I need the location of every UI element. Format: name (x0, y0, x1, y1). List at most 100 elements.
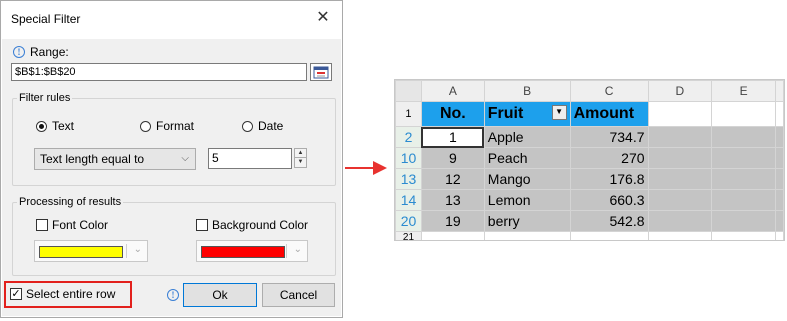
row-header[interactable]: 20 (395, 210, 422, 232)
cell[interactable] (647, 101, 713, 127)
chevron-down-icon: ⌵ (181, 153, 189, 164)
fruit-cell[interactable]: Apple (483, 126, 571, 148)
header-cell-amount[interactable]: Amount (569, 101, 649, 127)
picker-divider (286, 244, 287, 258)
column-header-b[interactable]: B (483, 80, 571, 102)
font-color-checkbox[interactable] (36, 219, 48, 231)
row-header[interactable]: 14 (395, 189, 422, 211)
radio-text-circle[interactable] (36, 120, 47, 132)
cell[interactable] (774, 126, 784, 148)
radio-date-circle[interactable] (242, 120, 253, 132)
help-info-icon[interactable]: ! (167, 289, 179, 301)
range-input[interactable]: $B$1:$B$20 (11, 63, 307, 81)
font-color-picker[interactable]: ⌄ (34, 240, 148, 262)
column-header-e[interactable]: E (711, 80, 776, 102)
stepper-down-icon[interactable]: ▼ (294, 158, 307, 168)
spreadsheet: A B C D E 1 No. Fruit ▼ Amount 2 1 Apple … (394, 79, 785, 241)
header-cell-no[interactable]: No. (420, 101, 485, 127)
header-row: 1 No. Fruit ▼ Amount (395, 101, 784, 127)
cell[interactable] (647, 168, 713, 190)
cell[interactable] (647, 210, 713, 232)
processing-group: Processing of results (12, 196, 336, 276)
column-header-d[interactable]: D (647, 80, 713, 102)
cell[interactable] (569, 231, 649, 240)
amount-cell[interactable]: 270 (569, 147, 649, 169)
cell[interactable] (774, 147, 784, 169)
fruit-cell[interactable]: Lemon (483, 189, 571, 211)
cell[interactable] (711, 101, 776, 127)
cell[interactable] (711, 147, 776, 169)
no-cell[interactable]: 19 (420, 210, 485, 232)
cancel-button[interactable]: Cancel (262, 283, 335, 307)
fruit-cell[interactable]: Mango (483, 168, 571, 190)
range-label: Range: (30, 45, 69, 59)
select-all-corner[interactable] (395, 80, 422, 102)
cell[interactable] (647, 147, 713, 169)
cell[interactable] (774, 231, 784, 240)
row-header[interactable]: 21 (395, 231, 422, 240)
font-color-option[interactable]: Font Color (36, 218, 108, 232)
amount-cell[interactable]: 660.3 (569, 189, 649, 211)
select-entire-row-checkbox[interactable]: ✓ (10, 288, 22, 300)
no-cell[interactable]: 13 (420, 189, 485, 211)
row-header[interactable]: 2 (395, 126, 422, 148)
length-stepper[interactable]: ▲ ▼ (294, 148, 307, 169)
header-fruit-text: Fruit (487, 105, 524, 122)
radio-format-circle[interactable] (140, 120, 151, 132)
range-select-button[interactable] (310, 63, 332, 81)
font-color-swatch (39, 246, 123, 258)
cell[interactable] (711, 210, 776, 232)
select-entire-row-option[interactable]: ✓ Select entire row (10, 287, 115, 301)
radio-date[interactable]: Date (242, 119, 283, 133)
cell[interactable] (711, 168, 776, 190)
cell[interactable] (711, 189, 776, 211)
font-color-label: Font Color (52, 218, 109, 232)
amount-cell[interactable]: 542.8 (569, 210, 649, 232)
picker-divider (126, 244, 127, 258)
active-cell[interactable]: 1 (420, 126, 485, 148)
stepper-up-icon[interactable]: ▲ (294, 148, 307, 158)
ok-button[interactable]: Ok (183, 283, 257, 307)
cell[interactable] (483, 231, 571, 240)
table-row: 2 1 Apple 734.7 (395, 126, 784, 148)
spreadsheet-grid: A B C D E 1 No. Fruit ▼ Amount 2 1 Apple … (395, 80, 784, 240)
column-header-a[interactable]: A (420, 80, 485, 102)
condition-select[interactable]: Text length equal to ⌵ (34, 148, 196, 170)
info-icon: ! (13, 46, 25, 58)
radio-text[interactable]: Text (36, 119, 74, 133)
row-header[interactable]: 13 (395, 168, 422, 190)
length-value-input[interactable]: 5 (208, 148, 292, 169)
column-header-f[interactable] (774, 80, 784, 102)
cell[interactable] (711, 231, 776, 240)
background-color-checkbox[interactable] (196, 219, 208, 231)
cell[interactable] (774, 210, 784, 232)
row-header[interactable]: 1 (395, 101, 422, 127)
cell[interactable] (711, 126, 776, 148)
cell[interactable] (774, 189, 784, 211)
radio-format[interactable]: Format (140, 119, 194, 133)
amount-cell[interactable]: 176.8 (569, 168, 649, 190)
header-cell-fruit[interactable]: Fruit ▼ (483, 101, 571, 127)
radio-format-label: Format (156, 119, 195, 133)
row-header[interactable]: 10 (395, 147, 422, 169)
no-cell[interactable]: 9 (420, 147, 485, 169)
cell[interactable] (774, 168, 784, 190)
cell[interactable] (647, 231, 713, 240)
special-filter-dialog: Special Filter ✕ ! Range: $B$1:$B$20 Fil… (0, 0, 343, 318)
column-header-c[interactable]: C (569, 80, 649, 102)
background-color-option[interactable]: Background Color (196, 218, 308, 232)
cell[interactable] (420, 231, 485, 240)
cell[interactable] (647, 189, 713, 211)
cell[interactable] (647, 126, 713, 148)
select-entire-row-label: Select entire row (26, 287, 116, 301)
table-row: 14 13 Lemon 660.3 (395, 189, 784, 211)
close-icon[interactable]: ✕ (314, 9, 332, 27)
background-color-picker[interactable]: ⌄ (196, 240, 308, 262)
background-color-swatch (201, 246, 285, 258)
fruit-cell[interactable]: Peach (483, 147, 571, 169)
no-cell[interactable]: 12 (420, 168, 485, 190)
cell[interactable] (774, 101, 784, 127)
amount-cell[interactable]: 734.7 (569, 126, 649, 148)
filter-icon[interactable]: ▼ (551, 105, 567, 120)
fruit-cell[interactable]: berry (483, 210, 571, 232)
